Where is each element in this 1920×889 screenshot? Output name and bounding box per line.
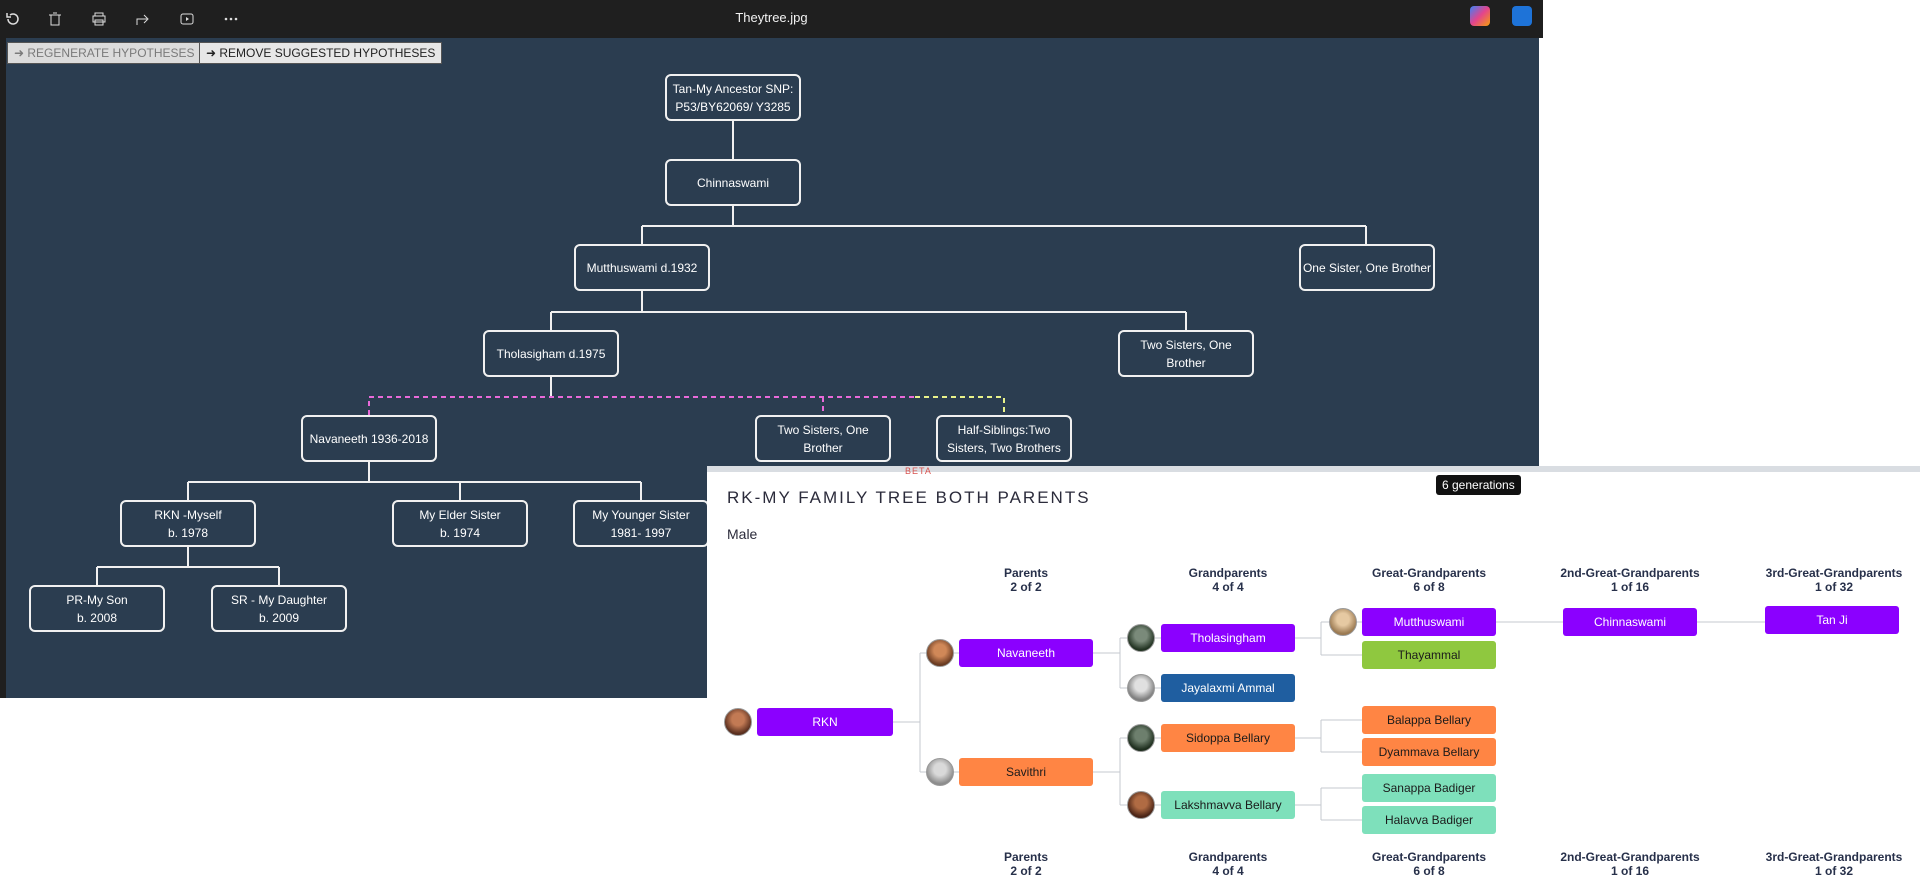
pedigree-connectors (893, 621, 1765, 821)
person-sanappa[interactable]: Sanappa Badiger (1362, 774, 1496, 802)
person-balappa[interactable]: Balappa Bellary (1362, 706, 1496, 734)
gen-footer-great-grandparents: Great-Grandparents 6 of 8 (1371, 850, 1487, 878)
tree-node-half-siblings: Half-Siblings:Two Sisters, Two Brothers (936, 415, 1072, 462)
avatar-lakshmavva[interactable] (1127, 791, 1155, 819)
avatar-rkn[interactable] (724, 708, 752, 736)
person-chinnaswami[interactable]: Chinnaswami (1563, 608, 1697, 636)
pedigree-panel: BETA RK-MY FAMILY TREE BOTH PARENTS Male (707, 466, 1920, 889)
tree-node-tholasigham: Tholasigham d.1975 (483, 330, 619, 377)
person-mutthuswami[interactable]: Mutthuswami (1362, 608, 1496, 636)
gen-header-2nd-great: 2nd-Great-Grandparents 1 of 16 (1560, 566, 1700, 594)
regenerate-hypotheses-button[interactable]: ➜ REGENERATE HYPOTHESES (7, 42, 202, 64)
tree-node-ancestor: Tan-My Ancestor SNP: P53/BY62069/ Y3285 (665, 74, 801, 121)
tree-node-elder-sister: My Elder Sister b. 1974 (392, 500, 528, 547)
person-dyammava[interactable]: Dyammava Bellary (1362, 738, 1496, 766)
gen-header-parents: Parents 2 of 2 (1003, 566, 1049, 594)
person-jayalaxmi[interactable]: Jayalaxmi Ammal (1161, 674, 1295, 702)
tree-node-son: PR-My Son b. 2008 (29, 585, 165, 632)
avatar-savithri[interactable] (926, 758, 954, 786)
tree-node-two-sisters-one-brother-2: Two Sisters, One Brother (755, 415, 891, 462)
avatar-sidoppa[interactable] (1127, 724, 1155, 752)
person-rkn[interactable]: RKN (757, 708, 893, 736)
tree-node-rkn-myself: RKN -Myself b. 1978 (120, 500, 256, 547)
gen-footer-2nd-great: 2nd-Great-Grandparents 1 of 16 (1560, 850, 1700, 878)
gen-footer-3rd-great: 3rd-Great-Grandparents 1 of 32 (1765, 850, 1903, 878)
person-halavva[interactable]: Halavva Badiger (1362, 806, 1496, 834)
gen-header-3rd-great: 3rd-Great-Grandparents 1 of 32 (1765, 566, 1903, 594)
gen-footer-grandparents: Grandparents 4 of 4 (1188, 850, 1268, 878)
person-tan-ji[interactable]: Tan Ji (1765, 606, 1899, 634)
gen-header-great-grandparents: Great-Grandparents 6 of 8 (1371, 566, 1487, 594)
tree-node-younger-sister: My Younger Sister 1981- 1997 (573, 500, 709, 547)
generations-tooltip: 6 generations (1436, 475, 1521, 495)
tree-node-one-sister-one-brother: One Sister, One Brother (1299, 244, 1435, 291)
person-tholasingham[interactable]: Tholasingham (1161, 624, 1295, 652)
gen-header-grandparents: Grandparents 4 of 4 (1188, 566, 1268, 594)
tree-node-navaneeth: Navaneeth 1936-2018 (301, 415, 437, 462)
person-sidoppa[interactable]: Sidoppa Bellary (1161, 724, 1295, 752)
person-navaneeth[interactable]: Navaneeth (959, 639, 1093, 667)
tree-node-two-sisters-one-brother: Two Sisters, One Brother (1118, 330, 1254, 377)
person-lakshmavva[interactable]: Lakshmavva Bellary (1161, 791, 1295, 819)
person-savithri[interactable]: Savithri (959, 758, 1093, 786)
tree-node-daughter: SR - My Daughter b. 2009 (211, 585, 347, 632)
person-thayammal[interactable]: Thayammal (1362, 641, 1496, 669)
avatar-mutthuswami[interactable] (1329, 608, 1357, 636)
avatar-tholasingham[interactable] (1127, 624, 1155, 652)
remove-hypotheses-button[interactable]: ➜ REMOVE SUGGESTED HYPOTHESES (199, 42, 443, 64)
tree-node-mutthuswami: Mutthuswami d.1932 (574, 244, 710, 291)
avatar-jayalaxmi[interactable] (1127, 674, 1155, 702)
gen-footer-parents: Parents 2 of 2 (1003, 850, 1049, 878)
avatar-navaneeth[interactable] (926, 639, 954, 667)
tree-node-chinnaswami: Chinnaswami (665, 159, 801, 206)
